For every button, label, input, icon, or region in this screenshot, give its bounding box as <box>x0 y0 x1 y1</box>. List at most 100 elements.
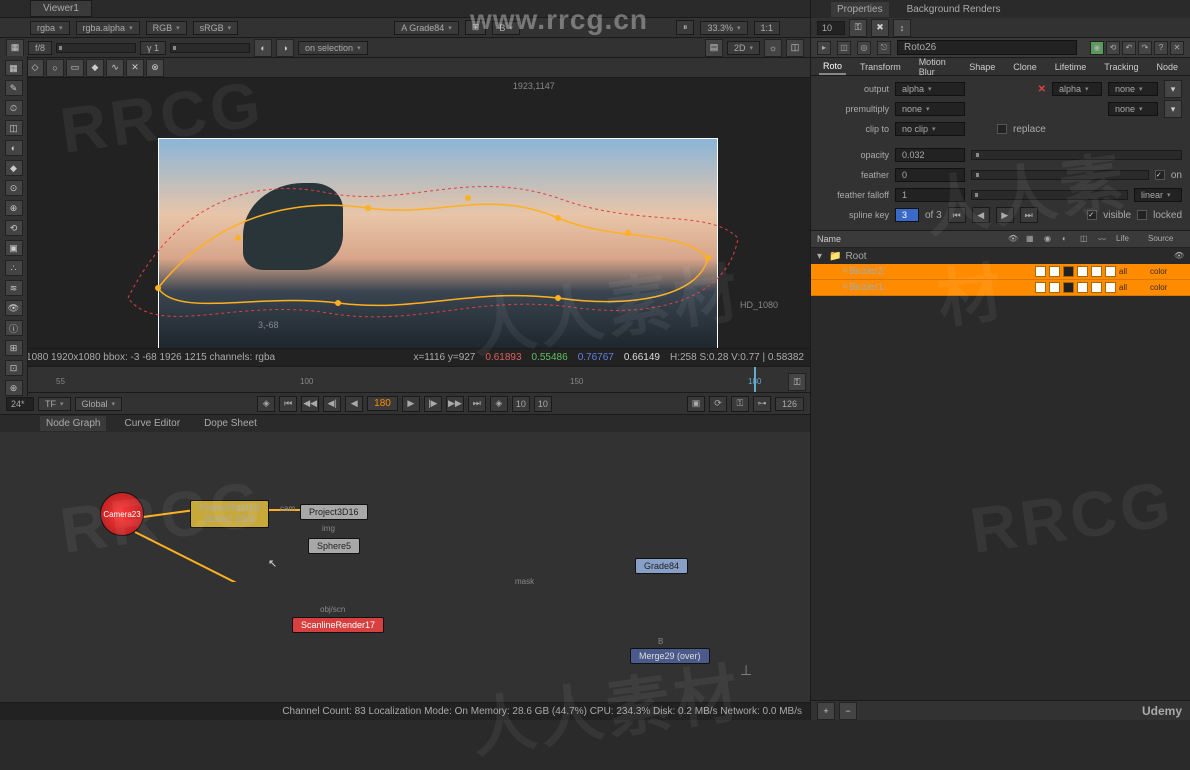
overlay-col-icon[interactable]: ▦ <box>1026 234 1036 244</box>
color-menu-icon[interactable]: ◐ <box>5 140 23 156</box>
downstream-node-icon[interactable]: ⊥ <box>740 662 752 679</box>
remove-layer-icon[interactable]: − <box>839 702 857 720</box>
node-project3d[interactable]: Project3D16 <box>300 504 368 520</box>
proxy-icon[interactable]: ☼ <box>764 39 782 57</box>
next-frame-icon[interactable]: ▶▶ <box>446 396 464 412</box>
node-sphere[interactable]: Sphere5 <box>308 538 360 554</box>
node-graph[interactable]: Camera23 FrameHold19 (frame 150) cam Pro… <box>0 432 810 702</box>
layer-bezier2-row[interactable]: ✧ Bezier2 all color <box>811 264 1190 280</box>
other-menu-icon[interactable]: ⊡ <box>5 360 23 376</box>
help-icon[interactable]: ? <box>1154 41 1168 55</box>
lock-all-icon[interactable]: ⚿ <box>849 19 867 37</box>
panel-center-icon[interactable]: ◎ <box>857 41 871 55</box>
node-scanline-render[interactable]: ScanlineRender17 <box>292 617 384 633</box>
node-grade[interactable]: Grade84 <box>635 558 688 574</box>
eye-icon[interactable]: 👁 <box>1008 234 1018 244</box>
channel-select-1[interactable]: rgba <box>30 21 70 35</box>
image-menu-icon[interactable]: ▦ <box>5 60 23 76</box>
channel-select-2[interactable]: rgba.alpha <box>76 21 140 35</box>
premult-ch-select[interactable]: none <box>1108 102 1158 116</box>
bezier1-inv-cell[interactable] <box>1077 282 1088 293</box>
timeline-lock-icon[interactable]: ⚿ <box>788 373 806 391</box>
clear-output-icon[interactable]: ✕ <box>1038 84 1046 95</box>
visible-checkbox[interactable] <box>1087 210 1097 220</box>
subtab-node[interactable]: Node <box>1152 60 1182 74</box>
keyframe-prev-icon[interactable]: ◈ <box>257 396 275 412</box>
bezier1-blend-cell[interactable] <box>1091 282 1102 293</box>
keyframe-next-icon[interactable]: ◈ <box>490 396 508 412</box>
overlay-icon[interactable]: ▤ <box>705 39 723 57</box>
goto-start-icon[interactable]: ⏮ <box>279 396 297 412</box>
panel-float-icon[interactable]: ◫ <box>837 41 851 55</box>
node-revert-icon[interactable]: ⟲ <box>1106 41 1120 55</box>
link-icon[interactable]: ⚿ <box>731 396 749 412</box>
bspline-icon[interactable]: ◇ <box>26 59 44 77</box>
particles-menu-icon[interactable]: ∴ <box>5 260 23 276</box>
playhead[interactable] <box>754 367 756 392</box>
ellipse-tool-icon[interactable]: ○ <box>46 59 64 77</box>
blend-col-icon[interactable]: ◫ <box>1080 234 1090 244</box>
current-frame-field[interactable]: 180 <box>367 396 398 411</box>
panel-pipe-icon[interactable]: ⎋ <box>877 41 891 55</box>
minimize-all-icon[interactable]: ↕ <box>893 19 911 37</box>
gamma-slider[interactable] <box>170 43 250 53</box>
opacity-slider[interactable] <box>971 150 1182 160</box>
zdepth-icon[interactable]: ◐ <box>254 39 272 57</box>
layer-root-row[interactable]: ▾ 📁 Root 👁 <box>811 248 1190 264</box>
merge-menu-icon[interactable]: ⊕ <box>5 200 23 216</box>
invert-col-icon[interactable]: ◐ <box>1062 234 1072 244</box>
output-expand-icon[interactable]: ▾ <box>1164 80 1182 98</box>
node-undo-icon[interactable]: ↶ <box>1122 41 1136 55</box>
output-channel-select[interactable]: alpha <box>895 82 965 96</box>
goto-end-icon[interactable]: ⏭ <box>468 396 486 412</box>
bezier1-color-cell[interactable] <box>1063 282 1074 293</box>
fstop-field[interactable]: f/8 <box>28 41 52 55</box>
output-ch-select[interactable]: none <box>1108 82 1158 96</box>
key-next-icon[interactable]: ▶ <box>996 207 1014 223</box>
bezier1-vis-cell[interactable] <box>1035 282 1046 293</box>
prev-frame-icon[interactable]: ◀◀ <box>301 396 319 412</box>
colorspace-select-1[interactable]: RGB <box>146 21 187 35</box>
timeline-ruler[interactable]: 55 100 150 180 ⚿ <box>0 366 810 392</box>
close-icon[interactable]: ⊗ <box>146 59 164 77</box>
views-menu-icon[interactable]: 👁 <box>5 300 23 316</box>
subtab-lifetime[interactable]: Lifetime <box>1051 60 1091 74</box>
feather-on-checkbox[interactable] <box>1155 170 1165 180</box>
motionblur-col-icon[interactable]: 〰 <box>1098 234 1108 244</box>
subtab-roto[interactable]: Roto <box>819 59 846 75</box>
range-mode-select[interactable]: Global <box>75 397 123 411</box>
subtab-shape[interactable]: Shape <box>965 60 999 74</box>
draw-menu-icon[interactable]: ✎ <box>5 80 23 96</box>
node-framehold[interactable]: FrameHold19 (frame 150) <box>190 500 269 528</box>
step-10-back-btn[interactable]: 10 <box>512 396 530 412</box>
tab-bg-renders[interactable]: Background Renders <box>901 2 1007 17</box>
key-prev-icon[interactable]: ◀ <box>972 207 990 223</box>
falloff-slider[interactable] <box>971 190 1128 200</box>
tab-curve-editor[interactable]: Curve Editor <box>118 416 186 431</box>
time-menu-icon[interactable]: ⏲ <box>5 100 23 116</box>
bezier2-ovl-cell[interactable] <box>1049 266 1060 277</box>
node-merge[interactable]: Merge29 (over) <box>630 648 710 664</box>
remove-icon[interactable]: ✕ <box>126 59 144 77</box>
key-first-icon[interactable]: ⏮ <box>948 207 966 223</box>
toolsets-menu-icon[interactable]: ⊞ <box>5 340 23 356</box>
filter-menu-icon[interactable]: ◆ <box>5 160 23 176</box>
wipe-icon[interactable]: ⊞ <box>465 20 487 35</box>
input-a-select[interactable]: A Grade84 <box>394 21 459 35</box>
falloff-type-select[interactable]: linear <box>1134 188 1182 202</box>
bezier2-vis-cell[interactable] <box>1035 266 1046 277</box>
output-op-select[interactable]: alpha <box>1052 82 1102 96</box>
step-back-icon[interactable]: ◀| <box>323 396 341 412</box>
colorspace-select-2[interactable]: sRGB <box>193 21 239 35</box>
gain-icon[interactable]: ◑ <box>276 39 294 57</box>
max-panels-field[interactable]: 10 <box>817 21 845 35</box>
roi-filter[interactable]: on selection <box>298 41 368 55</box>
tab-properties[interactable]: Properties <box>831 2 889 17</box>
node-camera[interactable]: Camera23 <box>100 492 144 536</box>
gamma-field[interactable]: γ 1 <box>140 41 166 55</box>
feather-field[interactable]: 0 <box>895 168 965 182</box>
play-forward-icon[interactable]: ▶ <box>402 396 420 412</box>
node-redo-icon[interactable]: ↷ <box>1138 41 1152 55</box>
layer-bezier1-row[interactable]: ✧ Bezier1 all color <box>811 280 1190 296</box>
view-mode-select[interactable]: 2D <box>727 41 760 55</box>
